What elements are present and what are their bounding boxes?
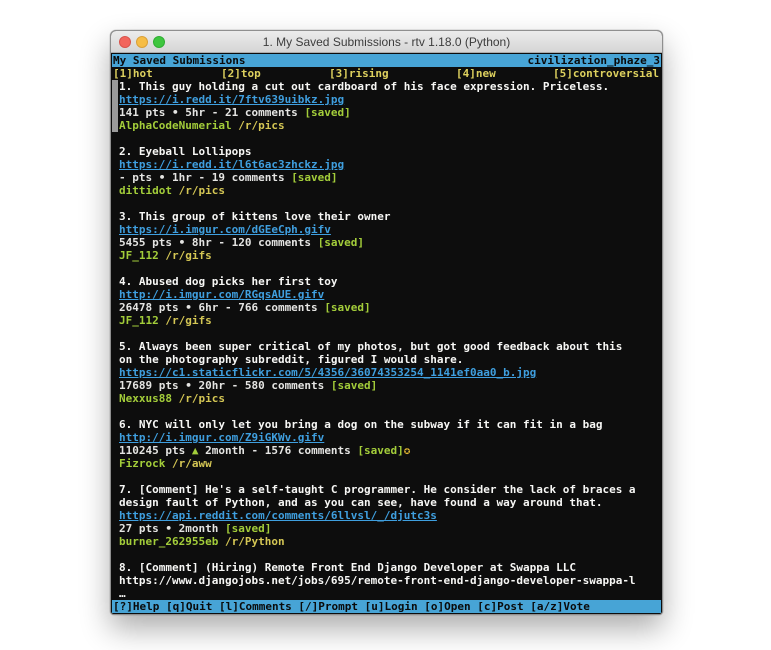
submission-title: design fault of Python, and as you can s… (112, 496, 661, 509)
terminal-window[interactable]: 1. My Saved Submissions - rtv 1.18.0 (Py… (110, 30, 663, 615)
menu-item-rising[interactable]: [3]rising (329, 67, 389, 80)
submission-stats: 141 pts • 5hr - 21 comments [saved] (112, 106, 661, 119)
submission-byline: dittidot /r/pics (112, 184, 661, 197)
close-button[interactable] (119, 36, 131, 48)
category-menu: [1]hot [2]top [3]rising [4]new [5]contro… (112, 67, 661, 80)
submission[interactable]: 8. [Comment] (Hiring) Remote Front End D… (112, 561, 661, 600)
submission[interactable]: 2. Eyeball Lollipopshttps://i.redd.it/l6… (112, 145, 661, 197)
submission[interactable]: 1. This guy holding a cut out cardboard … (112, 80, 661, 132)
terminal-screen[interactable]: My Saved Submissions civilization_phaze_… (111, 53, 662, 614)
menu-item-hot[interactable]: [1]hot (113, 67, 153, 80)
header-bar: My Saved Submissions civilization_phaze_… (112, 54, 661, 67)
submission-list: 1. This guy holding a cut out cardboard … (112, 80, 661, 600)
submission-title: 3. This group of kittens love their owne… (112, 210, 661, 223)
submission-byline: AlphaCodeNumerial /r/pics (112, 119, 661, 132)
submission-url[interactable]: http://i.imgur.com/Z9iGKWv.gifv (112, 431, 661, 444)
submission-url[interactable]: https://i.redd.it/7ftv639uibkz.jpg (112, 93, 661, 106)
submission-stats: 27 pts • 2month [saved] (112, 522, 661, 535)
submission-title: on the photography subreddit, figured I … (112, 353, 661, 366)
submission-byline: JF_112 /r/gifs (112, 249, 661, 262)
submission-title: 1. This guy holding a cut out cardboard … (112, 80, 661, 93)
submission-url[interactable]: https://i.imgur.com/dGEeCph.gifv (112, 223, 661, 236)
submission-url[interactable]: http://i.imgur.com/RGqsAUE.gifv (112, 288, 661, 301)
submission-url[interactable]: https://i.redd.it/l6t6ac3zhckz.jpg (112, 158, 661, 171)
submission-url[interactable]: https://c1.staticflickr.com/5/4356/36074… (112, 366, 661, 379)
submission-url[interactable]: https://api.reddit.com/comments/6llvsl/_… (112, 509, 661, 522)
submission-title: 5. Always been super critical of my phot… (112, 340, 661, 353)
submission[interactable]: 5. Always been super critical of my phot… (112, 340, 661, 405)
selection-cursor (112, 80, 118, 132)
window-title: 1. My Saved Submissions - rtv 1.18.0 (Py… (263, 35, 510, 49)
submission-stats: - pts • 1hr - 19 comments [saved] (112, 171, 661, 184)
submission-stats: 110245 pts ▲ 2month - 1576 comments [sav… (112, 444, 661, 457)
submission[interactable]: 3. This group of kittens love their owne… (112, 210, 661, 262)
submission-title: https://www.djangojobs.net/jobs/695/remo… (112, 574, 661, 587)
zoom-button[interactable] (153, 36, 165, 48)
traffic-lights (119, 31, 165, 53)
submission[interactable]: 7. [Comment] He's a self-taught C progra… (112, 483, 661, 548)
submission-ellipsis: … (112, 587, 661, 600)
submission-byline: Nexxus88 /r/pics (112, 392, 661, 405)
page-title: My Saved Submissions (113, 54, 245, 67)
submission-title: 8. [Comment] (Hiring) Remote Front End D… (112, 561, 661, 574)
submission-byline: Fizrock /r/aww (112, 457, 661, 470)
submission[interactable]: 6. NYC will only let you bring a dog on … (112, 418, 661, 470)
submission-byline: JF_112 /r/gifs (112, 314, 661, 327)
submission[interactable]: 4. Abused dog picks her first toyhttp://… (112, 275, 661, 327)
submission-stats: 17689 pts • 20hr - 580 comments [saved] (112, 379, 661, 392)
submission-title: 2. Eyeball Lollipops (112, 145, 661, 158)
submission-stats: 5455 pts • 8hr - 120 comments [saved] (112, 236, 661, 249)
submission-title: 4. Abused dog picks her first toy (112, 275, 661, 288)
titlebar[interactable]: 1. My Saved Submissions - rtv 1.18.0 (Py… (111, 31, 662, 53)
submission-title: 6. NYC will only let you bring a dog on … (112, 418, 661, 431)
submission-stats: 26478 pts • 6hr - 766 comments [saved] (112, 301, 661, 314)
logged-in-user: civilization_phaze_3 (528, 54, 660, 67)
minimize-button[interactable] (136, 36, 148, 48)
menu-item-controversial[interactable]: [5]controversial (553, 67, 659, 80)
menu-item-new[interactable]: [4]new (456, 67, 496, 80)
submission-title: 7. [Comment] He's a self-taught C progra… (112, 483, 661, 496)
keyboard-shortcuts-help: [?]Help [q]Quit [l]Comments [/]Prompt [u… (113, 600, 590, 613)
gilded-icon: ✪ (404, 444, 411, 457)
submission-byline: burner_262955eb /r/Python (112, 535, 661, 548)
menu-item-top[interactable]: [2]top (221, 67, 261, 80)
status-bar: [?]Help [q]Quit [l]Comments [/]Prompt [u… (112, 600, 661, 613)
